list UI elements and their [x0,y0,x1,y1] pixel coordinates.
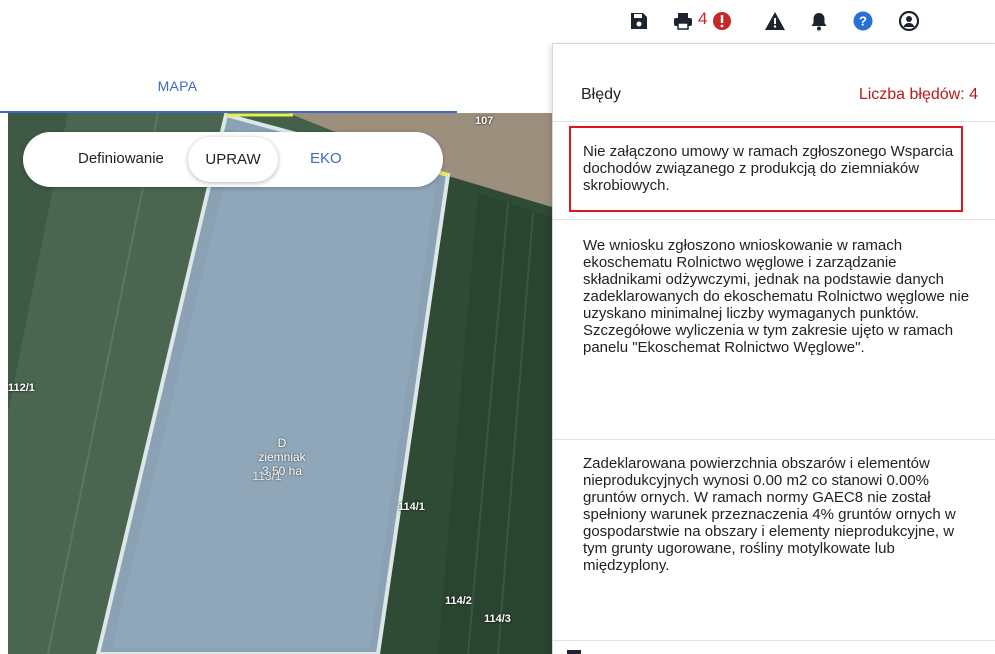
error-highlight-frame [569,126,963,212]
map-view[interactable]: 107 112/1 114/1 114/2 114/3 D ziemniak 3… [8,113,555,654]
plot-label: 114/1 [398,501,425,513]
plot-label: 113/1 [252,469,282,483]
definition-toggle: Definiowanie UPRAW EKO [23,132,443,187]
error-message: Zadeklarowana powierzchnia obszarów i el… [583,455,956,574]
errors-count: Liczba błędów: 4 [858,86,978,103]
parcel-crop: ziemniak [258,450,306,464]
plot-label: 107 [475,115,494,127]
top-toolbar: 4 ? [0,0,995,40]
save-icon[interactable] [628,10,650,32]
bell-icon[interactable] [808,10,830,32]
satellite-imagery [8,113,555,654]
svg-text:?: ? [859,14,867,29]
errors-panel-header: Błędy Liczba błędów: 4 [553,44,995,122]
toggle-option-eco[interactable]: EKO [310,150,342,167]
print-icon[interactable] [672,10,694,32]
error-item[interactable]: Zadeklarowana powierzchnia obszarów i el… [553,441,995,641]
warning-icon[interactable] [764,10,786,32]
tab-map[interactable]: MAPA [0,78,355,94]
errors-panel-title: Błędy [581,86,622,103]
view-tabs: MAPA [0,40,555,113]
error-message: We wniosku zgłoszono wnioskowanie w rama… [583,237,970,356]
plot-label: 114/2 [445,595,472,607]
toggle-label: Definiowanie [78,150,164,167]
app-root: 4 ? MAPA 107 112/1 114/1 114/2 114/3 D z… [0,0,995,654]
toggle-option-crops[interactable]: UPRAW [188,137,278,182]
plot-label: 112/1 [8,382,35,394]
user-icon[interactable] [898,10,920,32]
error-count-badge: 4 [698,9,708,28]
help-icon[interactable]: ? [852,10,874,32]
plot-label: 114/3 [484,613,511,625]
errors-panel: Błędy Liczba błędów: 4 Nie załączono umo… [552,43,995,654]
error-icon[interactable] [711,10,733,32]
parcel-code: D [277,436,287,450]
map-marker-icon [567,646,581,654]
error-item[interactable]: We wniosku zgłoszono wnioskowanie w rama… [553,221,995,440]
